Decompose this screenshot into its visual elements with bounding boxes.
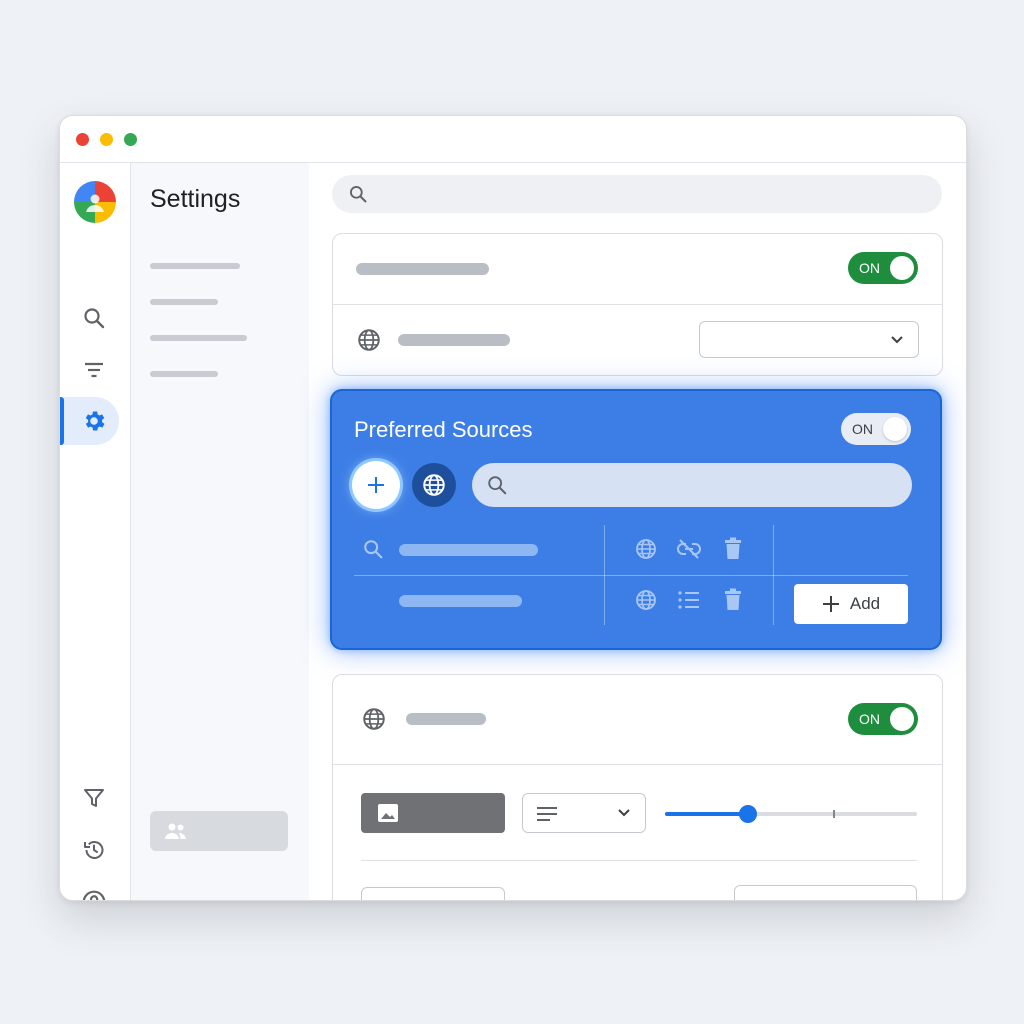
text-format-select[interactable] (522, 793, 646, 833)
avatar[interactable] (74, 181, 116, 223)
display-toggle[interactable]: ON (848, 703, 918, 735)
people-icon (165, 823, 186, 839)
partial-select[interactable] (734, 885, 917, 900)
page-title: Settings (150, 185, 241, 213)
toggle-knob (883, 417, 907, 441)
toggle-label: ON (859, 711, 880, 727)
settings-nav: Settings (131, 163, 309, 900)
image-button[interactable] (361, 793, 505, 833)
setting-label-placeholder (356, 263, 489, 275)
preferred-sources-title: Preferred Sources (354, 417, 533, 442)
chevron-down-icon (618, 809, 630, 817)
table-column-divider (773, 525, 774, 625)
slider-tick (833, 810, 835, 818)
toggle-knob (890, 707, 914, 731)
close-window-button[interactable] (76, 133, 89, 146)
globe-icon (423, 474, 445, 496)
image-icon (378, 804, 398, 822)
settings-card-display: ON (332, 674, 943, 900)
language-select[interactable] (699, 321, 919, 358)
sources-search-input[interactable] (516, 476, 900, 494)
settings-search[interactable] (332, 175, 942, 213)
plus-icon (822, 596, 839, 612)
setting-label-placeholder (406, 713, 486, 725)
divider (333, 304, 942, 305)
search-icon[interactable] (80, 304, 108, 332)
filter-list-icon[interactable] (80, 356, 108, 384)
source-name-placeholder (399, 595, 522, 607)
add-button[interactable]: Add (794, 584, 908, 624)
list-icon[interactable] (676, 587, 702, 613)
trash-icon[interactable] (720, 587, 746, 613)
globe-icon (363, 708, 385, 730)
gear-icon[interactable] (80, 407, 108, 435)
minimize-window-button[interactable] (100, 133, 113, 146)
help-icon[interactable] (80, 888, 108, 900)
funnel-icon[interactable] (80, 784, 108, 812)
history-icon[interactable] (80, 836, 108, 864)
people-button[interactable] (150, 811, 288, 851)
preferred-sources-toggle[interactable]: ON (841, 413, 911, 445)
settings-card-general: ON (332, 233, 943, 376)
rail-active-indicator (60, 397, 64, 445)
partial-control[interactable] (361, 887, 505, 900)
source-name-placeholder (399, 544, 538, 556)
slider-fill (665, 812, 749, 816)
globe-icon (358, 329, 380, 351)
settings-window: Settings ON Preferred Sources ON Add ON (59, 115, 967, 901)
link-off-icon[interactable] (676, 536, 702, 562)
toggle-label: ON (852, 421, 873, 437)
size-slider[interactable] (665, 805, 917, 823)
web-sources-button[interactable] (412, 463, 456, 507)
table-column-divider (604, 525, 605, 625)
search-icon (364, 540, 383, 559)
divider (361, 860, 917, 861)
setting-label-placeholder (398, 334, 510, 346)
chevron-down-icon (891, 335, 903, 343)
nav-item-placeholder[interactable] (150, 335, 247, 341)
divider (333, 764, 942, 765)
plus-icon (368, 477, 384, 493)
toggle-label: ON (859, 260, 880, 276)
search-icon (350, 186, 367, 203)
search-icon (488, 476, 507, 495)
globe-icon[interactable] (633, 536, 659, 562)
add-source-button[interactable] (352, 461, 400, 509)
maximize-window-button[interactable] (124, 133, 137, 146)
table-divider (354, 575, 908, 576)
nav-item-placeholder[interactable] (150, 371, 218, 377)
title-bar (60, 116, 966, 163)
nav-item-placeholder[interactable] (150, 263, 240, 269)
text-align-icon (537, 807, 557, 821)
icon-rail (60, 163, 131, 900)
trash-icon[interactable] (720, 536, 746, 562)
nav-item-placeholder[interactable] (150, 299, 218, 305)
preferred-sources-card: Preferred Sources ON Add (330, 389, 942, 650)
general-toggle[interactable]: ON (848, 252, 918, 284)
slider-handle[interactable] (739, 805, 758, 823)
toggle-knob (890, 256, 914, 280)
search-input[interactable] (378, 185, 922, 203)
globe-icon[interactable] (633, 587, 659, 613)
sources-search[interactable] (472, 463, 912, 507)
add-button-label: Add (849, 594, 881, 613)
person-icon (86, 194, 104, 212)
